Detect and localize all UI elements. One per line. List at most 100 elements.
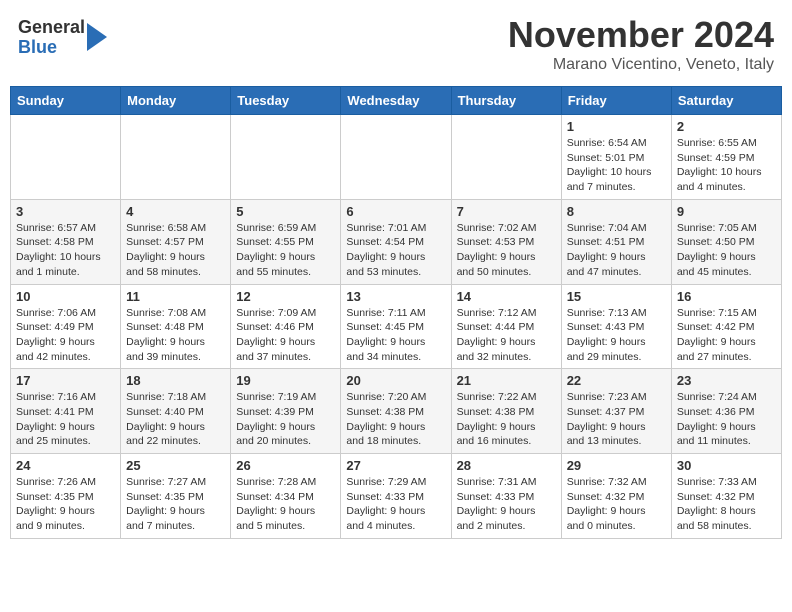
day-number: 16	[677, 289, 776, 304]
day-info: Sunrise: 7:06 AM Sunset: 4:49 PM Dayligh…	[16, 306, 115, 365]
day-number: 5	[236, 204, 335, 219]
day-info: Sunrise: 7:32 AM Sunset: 4:32 PM Dayligh…	[567, 475, 666, 534]
day-number: 13	[346, 289, 445, 304]
logo-blue-text: Blue	[18, 38, 85, 58]
calendar-cell: 9Sunrise: 7:05 AM Sunset: 4:50 PM Daylig…	[671, 199, 781, 284]
month-title: November 2024	[508, 14, 774, 56]
logo-general-text: General	[18, 18, 85, 38]
logo: General Blue	[18, 18, 107, 58]
weekday-header-tuesday: Tuesday	[231, 87, 341, 115]
calendar-cell: 13 Sunrise: 7:11 AM Sunset: 4:45 PM Dayli…	[341, 284, 451, 369]
day-number: 29	[567, 458, 666, 473]
day-info: Sunrise: 7:08 AM Sunset: 4:48 PM Dayligh…	[126, 306, 225, 365]
calendar-cell: 5 Sunrise: 6:59 AM Sunset: 4:55 PM Daylig…	[231, 199, 341, 284]
weekday-header-wednesday: Wednesday	[341, 87, 451, 115]
day-number: 19	[236, 373, 335, 388]
calendar-cell	[11, 115, 121, 200]
day-number: 30	[677, 458, 776, 473]
day-number: 28	[457, 458, 556, 473]
title-area: November 2024 Marano Vicentino, Veneto, …	[508, 14, 774, 74]
day-info: Sunrise: 7:33 AM Sunset: 4:32 PM Dayligh…	[677, 475, 776, 534]
day-number: 7	[457, 204, 556, 219]
day-info: Sunrise: 7:15 AM Sunset: 4:42 PM Dayligh…	[677, 306, 776, 365]
calendar-cell	[121, 115, 231, 200]
day-number: 17	[16, 373, 115, 388]
calendar-week-3: 10 Sunrise: 7:06 AM Sunset: 4:49 PM Dayli…	[11, 284, 782, 369]
calendar-cell	[451, 115, 561, 200]
day-info: Sunrise: 7:22 AM Sunset: 4:38 PM Dayligh…	[457, 390, 556, 449]
calendar-cell: 6 Sunrise: 7:01 AM Sunset: 4:54 PM Daylig…	[341, 199, 451, 284]
calendar-cell: 19Sunrise: 7:19 AM Sunset: 4:39 PM Dayli…	[231, 369, 341, 454]
day-number: 2	[677, 119, 776, 134]
day-info: Sunrise: 7:16 AM Sunset: 4:41 PM Dayligh…	[16, 390, 115, 449]
calendar-cell: 21 Sunrise: 7:22 AM Sunset: 4:38 PM Dayli…	[451, 369, 561, 454]
day-info: Sunrise: 6:54 AM Sunset: 5:01 PM Dayligh…	[567, 136, 666, 195]
day-number: 6	[346, 204, 445, 219]
day-info: Sunrise: 7:27 AM Sunset: 4:35 PM Dayligh…	[126, 475, 225, 534]
day-info: Sunrise: 7:04 AM Sunset: 4:51 PM Dayligh…	[567, 221, 666, 280]
day-number: 26	[236, 458, 335, 473]
day-info: Sunrise: 6:55 AM Sunset: 4:59 PM Dayligh…	[677, 136, 776, 195]
day-info: Sunrise: 7:12 AM Sunset: 4:44 PM Dayligh…	[457, 306, 556, 365]
calendar-cell: 25 Sunrise: 7:27 AM Sunset: 4:35 PM Dayli…	[121, 454, 231, 539]
day-info: Sunrise: 7:31 AM Sunset: 4:33 PM Dayligh…	[457, 475, 556, 534]
day-info: Sunrise: 7:29 AM Sunset: 4:33 PM Dayligh…	[346, 475, 445, 534]
calendar-cell: 22 Sunrise: 7:23 AM Sunset: 4:37 PM Dayli…	[561, 369, 671, 454]
day-number: 12	[236, 289, 335, 304]
calendar-cell: 14 Sunrise: 7:12 AM Sunset: 4:44 PM Dayli…	[451, 284, 561, 369]
day-number: 11	[126, 289, 225, 304]
day-number: 22	[567, 373, 666, 388]
weekday-header-thursday: Thursday	[451, 87, 561, 115]
day-info: Sunrise: 7:26 AM Sunset: 4:35 PM Dayligh…	[16, 475, 115, 534]
calendar-cell: 18 Sunrise: 7:18 AM Sunset: 4:40 PM Dayli…	[121, 369, 231, 454]
calendar-cell: 29 Sunrise: 7:32 AM Sunset: 4:32 PM Dayli…	[561, 454, 671, 539]
logo-icon	[87, 23, 107, 51]
day-number: 14	[457, 289, 556, 304]
calendar-cell: 15Sunrise: 7:13 AM Sunset: 4:43 PM Dayli…	[561, 284, 671, 369]
day-number: 23	[677, 373, 776, 388]
calendar-cell: 30 Sunrise: 7:33 AM Sunset: 4:32 PM Dayli…	[671, 454, 781, 539]
calendar-cell: 20Sunrise: 7:20 AM Sunset: 4:38 PM Dayli…	[341, 369, 451, 454]
day-number: 10	[16, 289, 115, 304]
location: Marano Vicentino, Veneto, Italy	[508, 56, 774, 74]
day-info: Sunrise: 6:59 AM Sunset: 4:55 PM Dayligh…	[236, 221, 335, 280]
calendar-cell: 3Sunrise: 6:57 AM Sunset: 4:58 PM Daylig…	[11, 199, 121, 284]
weekday-header-sunday: Sunday	[11, 87, 121, 115]
calendar-cell: 27 Sunrise: 7:29 AM Sunset: 4:33 PM Dayli…	[341, 454, 451, 539]
day-number: 27	[346, 458, 445, 473]
weekday-header-friday: Friday	[561, 87, 671, 115]
day-info: Sunrise: 7:11 AM Sunset: 4:45 PM Dayligh…	[346, 306, 445, 365]
calendar-cell: 8 Sunrise: 7:04 AM Sunset: 4:51 PM Daylig…	[561, 199, 671, 284]
calendar-cell: 10 Sunrise: 7:06 AM Sunset: 4:49 PM Dayli…	[11, 284, 121, 369]
day-info: Sunrise: 7:28 AM Sunset: 4:34 PM Dayligh…	[236, 475, 335, 534]
day-info: Sunrise: 7:18 AM Sunset: 4:40 PM Dayligh…	[126, 390, 225, 449]
day-number: 24	[16, 458, 115, 473]
day-number: 25	[126, 458, 225, 473]
day-number: 20	[346, 373, 445, 388]
calendar-cell	[231, 115, 341, 200]
day-info: Sunrise: 7:24 AM Sunset: 4:36 PM Dayligh…	[677, 390, 776, 449]
calendar-cell: 11 Sunrise: 7:08 AM Sunset: 4:48 PM Dayli…	[121, 284, 231, 369]
day-number: 4	[126, 204, 225, 219]
day-info: Sunrise: 7:01 AM Sunset: 4:54 PM Dayligh…	[346, 221, 445, 280]
calendar-cell: 16 Sunrise: 7:15 AM Sunset: 4:42 PM Dayli…	[671, 284, 781, 369]
day-info: Sunrise: 7:02 AM Sunset: 4:53 PM Dayligh…	[457, 221, 556, 280]
calendar-cell: 28 Sunrise: 7:31 AM Sunset: 4:33 PM Dayli…	[451, 454, 561, 539]
day-info: Sunrise: 6:58 AM Sunset: 4:57 PM Dayligh…	[126, 221, 225, 280]
header: General Blue November 2024 Marano Vicent…	[10, 10, 782, 78]
calendar-cell: 17 Sunrise: 7:16 AM Sunset: 4:41 PM Dayli…	[11, 369, 121, 454]
day-number: 21	[457, 373, 556, 388]
calendar-week-2: 3Sunrise: 6:57 AM Sunset: 4:58 PM Daylig…	[11, 199, 782, 284]
calendar-cell	[341, 115, 451, 200]
day-info: Sunrise: 7:09 AM Sunset: 4:46 PM Dayligh…	[236, 306, 335, 365]
calendar-cell: 24 Sunrise: 7:26 AM Sunset: 4:35 PM Dayli…	[11, 454, 121, 539]
day-info: Sunrise: 7:23 AM Sunset: 4:37 PM Dayligh…	[567, 390, 666, 449]
day-number: 9	[677, 204, 776, 219]
day-number: 3	[16, 204, 115, 219]
weekday-header-row: SundayMondayTuesdayWednesdayThursdayFrid…	[11, 87, 782, 115]
day-number: 8	[567, 204, 666, 219]
calendar-cell: 23 Sunrise: 7:24 AM Sunset: 4:36 PM Dayli…	[671, 369, 781, 454]
calendar-cell: 26 Sunrise: 7:28 AM Sunset: 4:34 PM Dayli…	[231, 454, 341, 539]
calendar-cell: 1Sunrise: 6:54 AM Sunset: 5:01 PM Daylig…	[561, 115, 671, 200]
day-number: 18	[126, 373, 225, 388]
